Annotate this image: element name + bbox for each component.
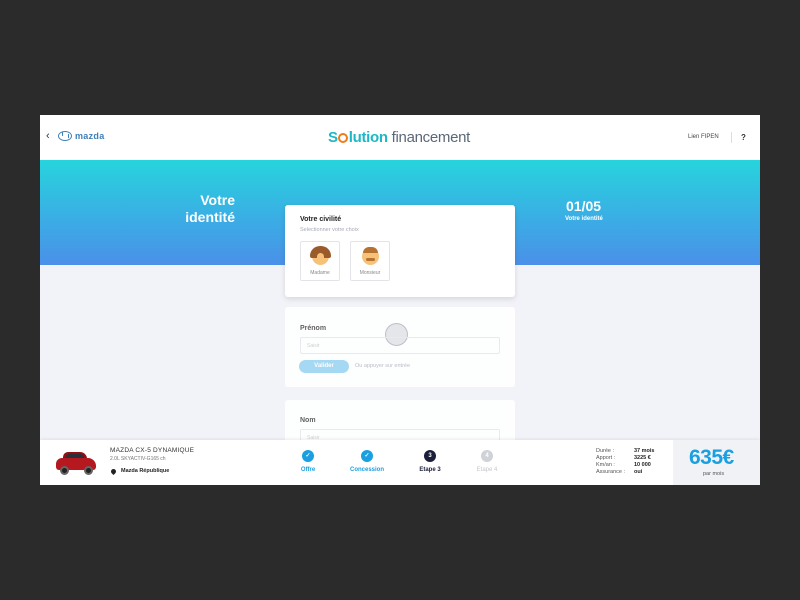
choice-madame[interactable]: Madame [300,241,340,281]
civilite-subtitle: Selectionner votre choix [300,227,359,233]
mazda-logo-icon[interactable] [58,131,72,141]
woman-face-icon [310,246,331,265]
car-spec: 2.0L SKYACTIV-G165 ch [110,456,166,462]
prenom-card: Prénom Saisir Valider Ou appuyer sur ent… [285,307,515,387]
car-thumbnail [54,450,98,476]
brand-o-icon [338,133,349,143]
man-face-icon [362,247,379,265]
validate-button[interactable]: Valider [299,360,349,373]
prenom-input[interactable]: Saisir [300,337,500,354]
dealer-name: Mazda République [121,468,170,474]
step-number: 3 [424,450,436,462]
summary-row: Durée :37 mois [596,448,655,454]
step-concession[interactable]: ✓ Concession [337,450,397,473]
summary-row: Assurance : oui [596,469,643,475]
back-icon[interactable]: ‹ [46,130,50,142]
step-label: Etape 3 [419,467,441,473]
car-name: MAZDA CX-5 DYNAMIQUE [110,447,195,454]
step-counter: 01/05 [566,198,602,214]
choice-label: Madame [310,270,330,276]
enter-hint: Ou appuyer sur entrée [355,363,411,369]
mazda-logo-text[interactable]: mazda [75,131,105,141]
step-offre[interactable]: ✓ Offre [278,450,338,473]
fipen-link[interactable]: Lien FIPEN [688,134,719,140]
summary-row: Km/an :10 000 [596,462,651,468]
nom-label: Nom [300,417,316,424]
location-pin-icon [109,467,118,476]
price-unit: par mois [703,471,725,477]
choice-label: Monsieur [359,270,381,276]
civilite-card: Votre civilité Selectionner votre choix … [285,205,515,297]
summary-row: Apport :3225 € [596,455,651,461]
civilite-title: Votre civilité [300,216,342,223]
page-title: Votre identité [185,192,235,225]
step-label: Concession [349,467,384,473]
prenom-label: Prénom [300,325,327,332]
check-icon: ✓ [302,450,314,462]
step-label: Offre [300,467,316,473]
footer-bar: MAZDA CX-5 DYNAMIQUE 2.0L SKYACTIV-G165 … [40,440,760,485]
header-divider [731,132,732,143]
step-label: Etape 4 [476,467,498,473]
price-box: 635€ par mois [673,440,760,485]
check-icon: ✓ [361,450,373,462]
step-label: Votre identité [565,216,603,222]
step-number: 4 [481,450,493,462]
help-button[interactable]: ? [741,133,746,142]
step-4: 4 Etape 4 [457,450,517,473]
app-window: ‹ mazda Slution financement Lien FIPEN ?… [40,115,760,485]
header: ‹ mazda Slution financement Lien FIPEN ? [40,115,760,160]
monthly-price: 635€ [689,446,734,469]
brand-title: Slution financement [328,129,471,146]
financing-summary: Durée :37 mois Apport :3225 € Km/an :10 … [596,448,654,476]
step-3[interactable]: 3 Etape 3 [400,450,460,473]
choice-monsieur[interactable]: Monsieur [350,241,390,281]
